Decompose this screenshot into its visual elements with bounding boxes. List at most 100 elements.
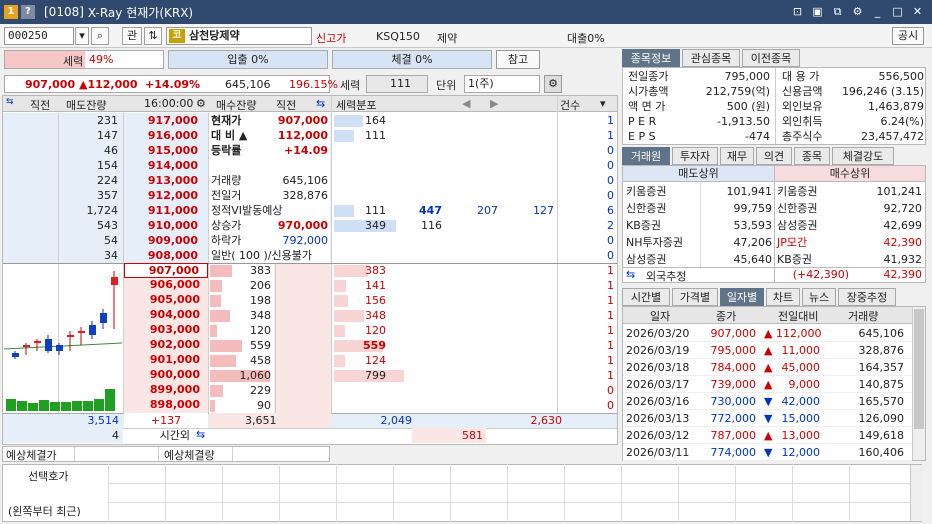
tab-0[interactable]: 시간별	[622, 288, 670, 306]
swap-right-icon[interactable]: ⇆	[316, 97, 325, 110]
foreign-swap-icon[interactable]: ⇆	[626, 268, 635, 281]
dist-ask-count: 6	[607, 204, 614, 217]
count-sort-icon[interactable]: ▾	[600, 97, 606, 110]
col-bid-bal: 매수잔량	[216, 99, 257, 112]
search-icon[interactable]: ⌕	[91, 27, 109, 45]
help-icon[interactable]: ?	[21, 5, 35, 19]
window-link-icon[interactable]: ⧉	[829, 3, 846, 20]
volume-bar	[83, 401, 93, 411]
maximize-icon[interactable]: □	[889, 3, 906, 20]
force-filter-input[interactable]: 111	[366, 75, 428, 93]
dist-bid-count: 1	[607, 279, 614, 292]
bid-price[interactable]: 906,000	[124, 278, 208, 293]
swap-left-icon[interactable]: ⇆	[6, 97, 14, 107]
broker-sell-name[interactable]: KB증권	[626, 217, 700, 234]
ask-price[interactable]: 910,000	[124, 218, 206, 233]
tab-1[interactable]: 가격별	[672, 288, 718, 306]
info-value: +14.09	[283, 144, 328, 157]
bid-price[interactable]: 898,000	[124, 398, 208, 413]
trade-gauge: 체결 0%	[332, 50, 492, 69]
daily-scroll-thumb[interactable]	[914, 309, 924, 429]
pin-icon[interactable]: ⊡	[789, 3, 806, 20]
tab-1[interactable]: 투자자	[672, 147, 718, 165]
bid-price[interactable]: 901,000	[124, 353, 208, 368]
broker-buy-name[interactable]: 신한증권	[777, 200, 849, 217]
tab-0[interactable]: 거래원	[622, 147, 670, 165]
dist-prev-icon[interactable]: ◀	[462, 97, 470, 110]
ask-price[interactable]: 909,000	[124, 233, 206, 248]
broker-buy-name[interactable]: KB증권	[777, 251, 849, 268]
bid-price[interactable]: 899,000	[124, 383, 208, 398]
broker-sell-name[interactable]: NH투자증권	[626, 234, 700, 251]
stock-name-field[interactable]: 코 삼천당제약	[166, 27, 312, 45]
ask-price[interactable]: 915,000	[124, 143, 206, 158]
broker-sell-qty: 45,640	[733, 253, 773, 266]
volume-bar	[94, 399, 104, 411]
tab-0[interactable]: 종목정보	[622, 49, 680, 67]
save-icon[interactable]: ▣	[809, 3, 826, 20]
daily-scrollbar[interactable]	[912, 307, 925, 460]
link-icon[interactable]: ⇅	[144, 27, 162, 45]
broker-sell-qty: 99,759	[733, 202, 773, 215]
close-icon[interactable]: ✕	[909, 3, 926, 20]
code-dropdown-icon[interactable]: ▾	[75, 27, 89, 45]
bid-price[interactable]: 900,000	[124, 368, 208, 383]
bid-price[interactable]: 902,000	[124, 338, 208, 353]
broker-buy-name[interactable]: 키움증권	[777, 183, 849, 200]
tab-5[interactable]: 장중추정	[838, 288, 896, 306]
grid-scrollbar[interactable]	[910, 465, 922, 521]
tab-4[interactable]: 종목	[794, 147, 830, 165]
time-gear-icon[interactable]: ⚙	[196, 97, 206, 110]
daily-date: 2026/03/17	[626, 378, 690, 391]
gwan-button[interactable]: 관	[122, 27, 142, 45]
daily-close: 907,000	[710, 327, 757, 340]
ask-price[interactable]: 908,000	[124, 248, 206, 263]
settings-icon[interactable]: ⚙	[849, 3, 866, 20]
bid-qty: 383	[250, 264, 271, 277]
daily-date: 2026/03/16	[626, 395, 690, 408]
price-change-pct: +14.09%	[145, 78, 201, 91]
info-label: 현재가	[211, 114, 242, 127]
summary-left-value: -1,913.50	[717, 115, 770, 128]
broker-sell-name[interactable]: 키움증권	[626, 183, 700, 200]
tab-1[interactable]: 관심종목	[682, 49, 740, 67]
up-arrow-icon: ▲	[764, 361, 773, 374]
tab-4[interactable]: 뉴스	[802, 288, 836, 306]
tab-2[interactable]: 일자별	[720, 288, 764, 306]
ask-price[interactable]: 917,000	[124, 113, 206, 128]
grid-col-line	[393, 464, 394, 522]
bid-price[interactable]: 903,000	[124, 323, 208, 338]
bid-price[interactable]: 905,000	[124, 293, 208, 308]
grid-col-line	[108, 464, 109, 522]
reference-button[interactable]: 참고	[496, 50, 540, 69]
info-label: 하락가	[211, 234, 242, 247]
ask-price[interactable]: 911,000	[124, 203, 206, 218]
bid-price[interactable]: 904,000	[124, 308, 208, 323]
tab-2[interactable]: 재무	[720, 147, 754, 165]
ask-price[interactable]: 916,000	[124, 128, 206, 143]
broker-buy-name[interactable]: 삼성증권	[777, 217, 849, 234]
minimize-icon[interactable]: _	[869, 3, 886, 20]
tab-5[interactable]: 체결강도	[832, 147, 894, 165]
broker-sell-name[interactable]: 신한증권	[626, 200, 700, 217]
ask-price[interactable]: 913,000	[124, 173, 206, 188]
broker-sell-qty: 101,941	[726, 185, 773, 198]
broker-buy-name[interactable]: JP모간	[777, 234, 849, 251]
ask-price[interactable]: 912,000	[124, 188, 206, 203]
tab-2[interactable]: 이전종목	[742, 49, 800, 67]
stock-code-input[interactable]: 000250	[4, 27, 74, 45]
bid-price[interactable]: 907,000	[124, 263, 208, 278]
dist-bid-a: 124	[365, 354, 386, 367]
unit-select[interactable]: 1(주)	[464, 75, 540, 93]
mini-candle-chart	[4, 271, 122, 411]
dist-next-icon[interactable]: ▶	[490, 97, 498, 110]
tab-3[interactable]: 의견	[756, 147, 792, 165]
tab-3[interactable]: 차트	[766, 288, 800, 306]
broker-sell-name[interactable]: 삼성증권	[626, 251, 700, 268]
ask-price[interactable]: 914,000	[124, 158, 206, 173]
disclosure-button[interactable]: 공시	[892, 27, 924, 45]
daily-date: 2026/03/18	[626, 361, 690, 374]
daily-close: 739,000	[710, 378, 757, 391]
after-hours-swap-icon[interactable]: ⇆	[196, 428, 205, 441]
settings-gear-icon[interactable]: ⚙	[544, 75, 562, 93]
